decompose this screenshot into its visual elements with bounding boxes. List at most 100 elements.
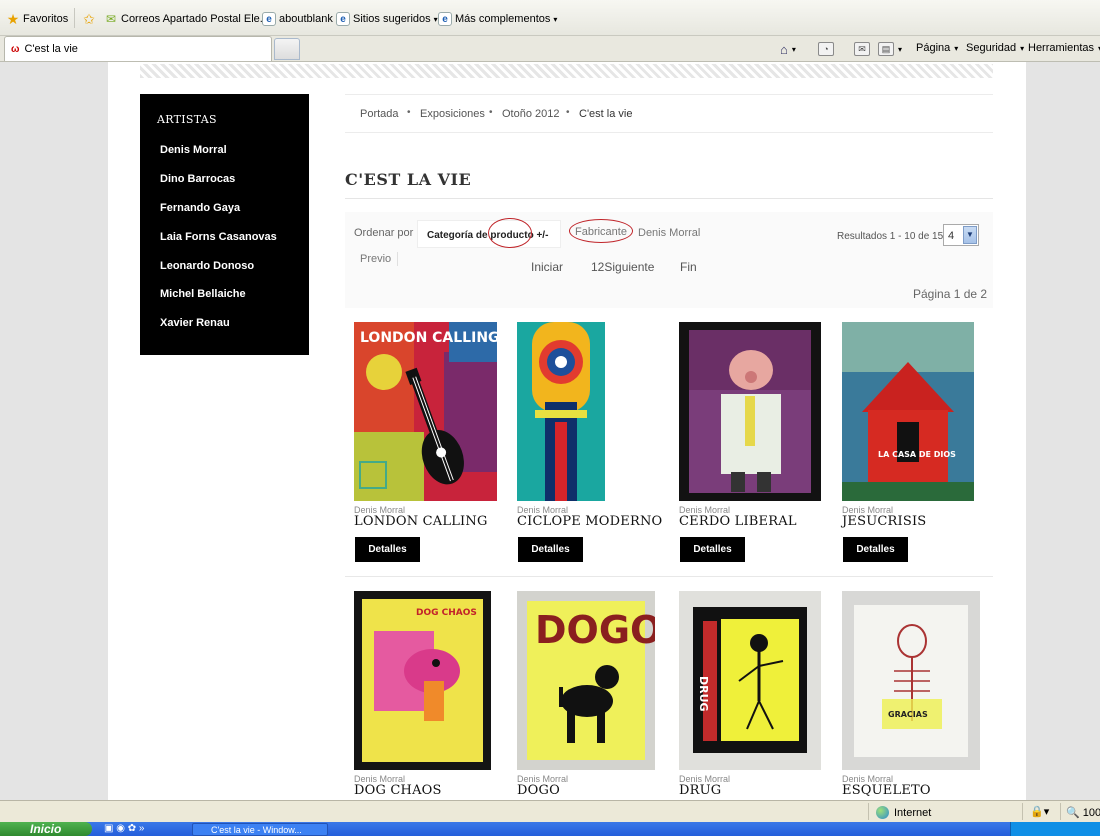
product-image-ciclope-moderno[interactable]	[517, 322, 605, 501]
product-image-london-calling[interactable]: LONDON CALLING	[354, 322, 497, 501]
safety-menu[interactable]: Seguridad ▾	[966, 42, 1024, 54]
system-tray	[1010, 822, 1100, 836]
feeds-button[interactable]: ◔	[818, 42, 834, 56]
suggested-sites-button[interactable]: e Sitios sugeridos ▾	[336, 12, 438, 26]
painting-text: DOGO	[535, 608, 655, 652]
product-image-dog-chaos[interactable]: DOG CHAOS	[354, 591, 491, 770]
product-image-esqueleto[interactable]: GRACIAS	[842, 591, 980, 770]
product-name[interactable]: CICLOPE MODERNO	[517, 514, 662, 529]
product-image-cerdo-liberal[interactable]	[679, 322, 821, 501]
sidebar-title: ARTISTAS	[157, 113, 217, 126]
product-name[interactable]: DOG CHAOS	[354, 783, 442, 798]
home-button[interactable]: ⌂ ▾	[780, 42, 796, 57]
mail-button[interactable]: ✉	[854, 42, 870, 56]
breadcrumb-otono-2012[interactable]: Otoño 2012	[502, 108, 560, 120]
add-favorite-button[interactable]: ✩	[82, 12, 96, 26]
favorite-link-label: aboutblank	[279, 13, 333, 25]
results-counter: Resultados 1 - 10 de 15	[837, 231, 944, 242]
product-name[interactable]: LONDON CALLING	[354, 514, 488, 529]
zoom-icon: 🔍	[1066, 807, 1080, 819]
pagination-end[interactable]: Fin	[680, 260, 697, 274]
sort-category-button[interactable]: Categoría de producto +/-	[417, 220, 561, 248]
painting-text: LA CASA DE DIOS	[878, 450, 956, 459]
sort-label: Ordenar por	[354, 227, 414, 239]
page-menu[interactable]: Página ▾	[916, 42, 958, 54]
windows-taskbar: Inicio ▣ ◉ ✿ » C'est la vie - Window...	[0, 822, 1100, 836]
protected-mode-icon[interactable]: 🔒▾	[1030, 805, 1049, 818]
ie-page-icon: e	[262, 12, 276, 26]
details-button[interactable]: Detalles	[355, 537, 420, 562]
ie-page-icon: e	[336, 12, 350, 26]
breadcrumb: Portada • Exposiciones • Otoño 2012 • C'…	[345, 94, 993, 133]
new-tab-button[interactable]	[274, 38, 300, 60]
breadcrumb-portada[interactable]: Portada	[360, 108, 399, 120]
favorite-link-correos[interactable]: ✉ Correos Apartado Postal Ele...	[104, 12, 269, 26]
sidebar-item-denis-morral[interactable]: Denis Morral	[160, 144, 227, 156]
chevron-down-icon[interactable]: ▼	[963, 226, 977, 244]
row-divider	[345, 576, 993, 577]
dropdown-arrow-icon: ▾	[791, 45, 796, 54]
product-image-dogo[interactable]: DOGO	[517, 591, 655, 770]
sidebar-item-leonardo-donoso[interactable]: Leonardo Donoso	[160, 260, 254, 272]
favorite-link-label: Correos Apartado Postal Ele...	[121, 13, 269, 25]
sidebar-item-laia-forns-casanovas[interactable]: Laia Forns Casanovas	[160, 231, 277, 243]
product-name[interactable]: JESUCRISIS	[842, 514, 926, 529]
dropdown-arrow-icon: ▾	[553, 14, 558, 24]
product-name[interactable]: ESQUELETO	[842, 783, 931, 798]
artists-sidebar: ARTISTAS Denis Morral Dino Barrocas Fern…	[140, 94, 309, 355]
printer-icon: ▤	[878, 42, 894, 56]
favorite-link-label: Sitios sugeridos	[353, 13, 431, 25]
divider	[74, 8, 75, 28]
breadcrumb-separator: •	[407, 107, 411, 118]
divider	[1060, 803, 1061, 820]
manufacturer-value: Denis Morral	[638, 227, 701, 239]
product-name[interactable]: DRUG	[679, 783, 721, 798]
zoom-level[interactable]: 🔍 100%	[1066, 806, 1100, 819]
site-favicon: ω	[11, 43, 20, 55]
painting-text: LONDON CALLING	[360, 330, 497, 346]
pagination-previous[interactable]: Previo	[360, 253, 391, 265]
star-icon: ★	[6, 11, 20, 27]
more-addons-button[interactable]: e Más complementos ▾	[438, 12, 557, 26]
tools-menu[interactable]: Herramientas▾	[1028, 42, 1100, 54]
header-stripe	[140, 64, 993, 78]
print-button[interactable]: ▤ ▾	[878, 42, 902, 56]
zoom-value: 100%	[1082, 807, 1100, 819]
quick-launch-icons[interactable]: ▣ ◉ ✿ »	[104, 823, 144, 834]
breadcrumb-exposiciones[interactable]: Exposiciones	[420, 108, 485, 120]
tools-menu-label: Herramientas	[1028, 42, 1095, 54]
security-zone[interactable]: Internet	[876, 806, 931, 819]
start-button[interactable]: Inicio	[0, 822, 92, 836]
taskbar-window-button[interactable]: C'est la vie - Window...	[192, 823, 328, 836]
browser-status-bar: Internet 🔒▾ 🔍 100%	[0, 800, 1100, 822]
sidebar-item-michel-bellaiche[interactable]: Michel Bellaiche	[160, 288, 246, 300]
mail-icon: ✉	[105, 12, 117, 26]
tab-bar: ω C'est la vie ⌂ ▾ ◔ ✉ ▤ ▾ Página ▾ Segurid…	[0, 36, 1100, 62]
favorite-link-aboutblank[interactable]: e aboutblank	[262, 12, 333, 26]
product-image-drug[interactable]: DRUG	[679, 591, 821, 770]
internet-zone-icon	[876, 806, 889, 819]
painting-text: GRACIAS	[888, 710, 928, 719]
browser-viewport: ARTISTAS Denis Morral Dino Barrocas Fern…	[0, 62, 1100, 800]
details-button[interactable]: Detalles	[843, 537, 908, 562]
sidebar-item-dino-barrocas[interactable]: Dino Barrocas	[160, 173, 235, 185]
product-name[interactable]: DOGO	[517, 783, 560, 798]
results-limit-select[interactable]: 4 ▼	[943, 224, 979, 246]
pagination-pages-next[interactable]: 12Siguiente	[591, 260, 654, 274]
details-button[interactable]: Detalles	[518, 537, 583, 562]
painting-text: DRUG	[697, 676, 710, 712]
painting-text: DOG CHAOS	[416, 608, 477, 618]
sidebar-item-xavier-renau[interactable]: Xavier Renau	[160, 317, 230, 329]
tab-cest-la-vie[interactable]: ω C'est la vie	[4, 36, 272, 61]
dropdown-arrow-icon: ▾	[898, 44, 903, 54]
product-image-jesucrisis[interactable]: LA CASA DE DIOS	[842, 322, 974, 501]
favorites-button[interactable]: ★ Favoritos	[6, 11, 69, 27]
pagination-start[interactable]: Iniciar	[531, 260, 563, 274]
sidebar-item-fernando-gaya[interactable]: Fernando Gaya	[160, 202, 240, 214]
details-button[interactable]: Detalles	[680, 537, 745, 562]
rss-icon: ◔	[818, 42, 834, 56]
title-divider	[345, 198, 993, 199]
product-name[interactable]: CERDO LIBERAL	[679, 514, 797, 529]
manufacturer-sort-link[interactable]: Fabricante	[575, 226, 627, 238]
limit-value: 4	[948, 230, 955, 242]
